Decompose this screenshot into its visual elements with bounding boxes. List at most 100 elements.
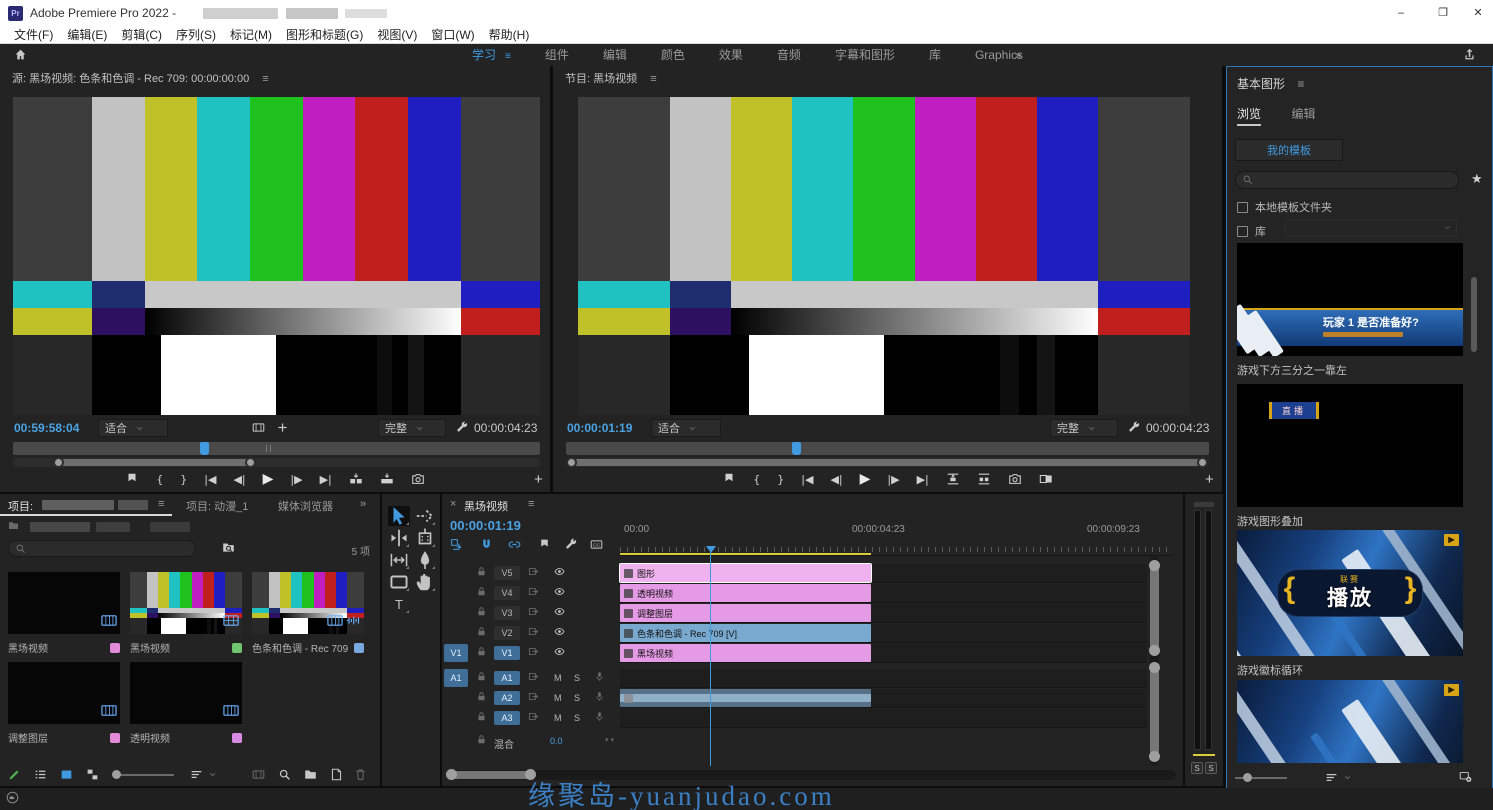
voiceover-mic-icon[interactable] bbox=[594, 691, 605, 702]
export-icon[interactable] bbox=[1463, 48, 1476, 61]
menu-item-7[interactable]: 视图(V) bbox=[377, 26, 417, 44]
source-patch-V1[interactable]: V1 bbox=[444, 644, 468, 662]
local-templates-checkbox[interactable]: 本地模板文件夹 bbox=[1237, 199, 1332, 215]
label-color-chip[interactable] bbox=[354, 643, 364, 653]
project-item-thumbnail[interactable] bbox=[252, 572, 364, 634]
track-sync-icon[interactable] bbox=[528, 586, 539, 597]
clip-V2[interactable]: 色条和色调 - Rec 709 [V] bbox=[620, 624, 871, 642]
timeline-ruler[interactable]: 00:0000:00:04:2300:00:09:23 bbox=[620, 516, 1173, 556]
playhead-caret[interactable] bbox=[706, 546, 716, 553]
button-editor-icon[interactable] bbox=[276, 421, 289, 434]
source-fit-select[interactable]: 适合 bbox=[98, 419, 168, 437]
track-lock-icon[interactable] bbox=[476, 691, 487, 702]
program-zoom-bar[interactable] bbox=[566, 458, 1209, 467]
tool-type[interactable]: T bbox=[388, 594, 410, 614]
zoom-handle-left[interactable] bbox=[566, 457, 577, 468]
track-sync-icon[interactable] bbox=[528, 671, 539, 682]
tool-hand[interactable] bbox=[414, 572, 436, 592]
track-name-A1[interactable]: A1 bbox=[494, 671, 520, 685]
project-item-thumbnail[interactable] bbox=[130, 572, 242, 634]
track-name-V4[interactable]: V4 bbox=[494, 586, 520, 600]
timeline-tab[interactable]: 黑场视频 bbox=[464, 498, 508, 514]
workspace-tab-6[interactable]: 音频 bbox=[777, 44, 801, 66]
voiceover-mic-icon[interactable] bbox=[594, 711, 605, 722]
wrench-button[interactable] bbox=[565, 538, 578, 551]
magnet-button[interactable] bbox=[480, 538, 493, 551]
track-sync-icon[interactable] bbox=[528, 691, 539, 702]
template-thumbnail-1[interactable]: 玩家 1 是否准备好? bbox=[1237, 243, 1463, 356]
track-sync-icon[interactable] bbox=[528, 711, 539, 722]
workspace-tab-2[interactable]: 组件 bbox=[545, 44, 569, 66]
icon-view-icon[interactable] bbox=[60, 768, 73, 781]
overwrite-button[interactable] bbox=[380, 472, 394, 486]
workspace-tab-8[interactable]: 库 bbox=[929, 44, 941, 66]
audio-tracks-scroll-handle[interactable] bbox=[1150, 666, 1159, 758]
hzoom-handle-left[interactable] bbox=[446, 769, 457, 780]
project-item-row[interactable]: 透明视频 bbox=[130, 730, 242, 745]
settings-wrench-icon[interactable] bbox=[1128, 421, 1141, 434]
goto-out-button[interactable]: ▶| bbox=[917, 473, 929, 486]
label-color-chip[interactable] bbox=[110, 643, 120, 653]
label-color-chip[interactable] bbox=[110, 733, 120, 743]
mark-out-button[interactable]: } bbox=[777, 473, 784, 486]
nest-button[interactable] bbox=[450, 538, 463, 551]
voiceover-mic-icon[interactable] bbox=[594, 671, 605, 682]
panel-menu-icon[interactable]: ≡ bbox=[262, 73, 268, 85]
minimize-button[interactable]: – bbox=[1386, 4, 1416, 22]
checkbox[interactable] bbox=[1237, 202, 1248, 213]
track-sync-icon[interactable] bbox=[528, 626, 539, 637]
template-scrollbar[interactable] bbox=[1471, 277, 1477, 352]
program-timecode[interactable]: 00:00:01:19 bbox=[567, 421, 632, 435]
favorites-star-icon[interactable]: ★ bbox=[1471, 171, 1483, 187]
workspace-tab-7[interactable]: 字幕和图形 bbox=[835, 44, 895, 66]
creative-cloud-icon[interactable] bbox=[6, 791, 19, 804]
track-lock-icon[interactable] bbox=[476, 566, 487, 577]
mix-level-value[interactable]: 0.0 bbox=[550, 736, 563, 746]
menu-item-9[interactable]: 帮助(H) bbox=[489, 26, 530, 44]
extract-button[interactable] bbox=[977, 472, 991, 486]
track-lock-icon[interactable] bbox=[476, 671, 487, 682]
workspace-overflow[interactable]: » bbox=[1015, 44, 1022, 66]
track-sync-icon[interactable] bbox=[528, 606, 539, 617]
source-patch-A1[interactable]: A1 bbox=[444, 669, 468, 687]
tab-browse[interactable]: 浏览 bbox=[1237, 107, 1261, 126]
tab-project-2[interactable]: 项目: 动漫_1 bbox=[186, 498, 248, 514]
new-item-icon[interactable] bbox=[330, 768, 343, 781]
add-button-icon[interactable]: + bbox=[534, 471, 543, 488]
step-back-button[interactable]: ◀| bbox=[233, 473, 245, 486]
panel-menu-icon[interactable]: ≡ bbox=[528, 498, 534, 510]
marker-button[interactable] bbox=[538, 538, 551, 551]
track-name-A3[interactable]: A3 bbox=[494, 711, 520, 725]
clip-V5[interactable]: 图形 bbox=[620, 564, 871, 582]
solo-button[interactable]: S bbox=[574, 673, 580, 683]
compare-button[interactable] bbox=[1039, 472, 1053, 486]
track-lock-icon[interactable] bbox=[476, 711, 487, 722]
project-item-thumbnail[interactable] bbox=[8, 662, 120, 724]
program-fit-select[interactable]: 适合 bbox=[651, 419, 721, 437]
tool-selection[interactable] bbox=[388, 506, 410, 526]
camera-button[interactable] bbox=[411, 472, 425, 486]
trash-icon[interactable] bbox=[354, 768, 367, 781]
settings-wrench-icon[interactable] bbox=[456, 421, 469, 434]
track-lock-icon[interactable] bbox=[476, 626, 487, 637]
zoom-handle-right[interactable] bbox=[245, 457, 256, 468]
menu-item-1[interactable]: 文件(F) bbox=[14, 26, 53, 44]
playhead-line[interactable] bbox=[710, 552, 711, 766]
sort-icon[interactable] bbox=[1325, 771, 1338, 784]
workspace-tab-4[interactable]: 颜色 bbox=[661, 44, 685, 66]
source-scrub-bar[interactable] bbox=[13, 442, 540, 455]
track-eye-icon[interactable] bbox=[554, 606, 565, 617]
track-sync-icon[interactable] bbox=[528, 566, 539, 577]
workspace-tab-1[interactable]: 学习 bbox=[472, 44, 496, 66]
track-lock-icon[interactable] bbox=[476, 586, 487, 597]
tabs-overflow[interactable]: » bbox=[360, 498, 366, 510]
step-fwd-button[interactable]: |▶ bbox=[290, 473, 302, 486]
horizontal-scroll-thumb[interactable] bbox=[450, 771, 530, 779]
template-thumbnail-4[interactable]: ▶ bbox=[1237, 680, 1463, 763]
project-item-row[interactable]: 色条和色调 - Rec 709 bbox=[252, 640, 364, 655]
source-quality-select[interactable]: 完整 bbox=[378, 419, 446, 437]
source-timecode[interactable]: 00:59:58:04 bbox=[14, 421, 79, 435]
marker-button[interactable] bbox=[722, 472, 736, 486]
clip-V3[interactable]: 调整图层 bbox=[620, 604, 871, 622]
step-fwd-button[interactable]: |▶ bbox=[887, 473, 899, 486]
